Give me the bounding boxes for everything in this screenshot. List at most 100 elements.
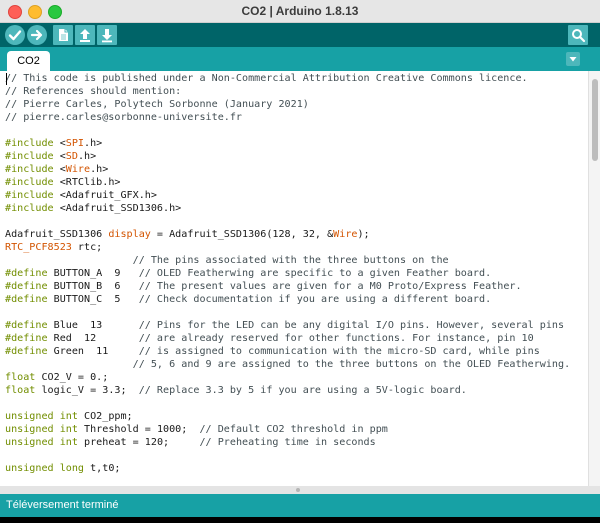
code-comment: // Preheating time in seconds <box>199 437 376 448</box>
magnifier-icon <box>572 29 586 43</box>
code-keyword: int <box>59 411 78 422</box>
code-line[interactable] <box>5 124 570 137</box>
code-text: Blue 13 <box>47 320 139 331</box>
verify-button[interactable] <box>5 25 25 45</box>
code-identifier: Wire <box>333 229 358 240</box>
code-keyword: unsigned <box>5 437 54 448</box>
open-button[interactable] <box>75 25 95 45</box>
console-output <box>0 517 600 523</box>
code-line[interactable]: unsigned int Threshold = 1000; // Defaul… <box>5 423 570 436</box>
code-line[interactable]: #include <SPI.h> <box>5 137 570 150</box>
serial-monitor-button[interactable] <box>568 25 588 45</box>
code-text: ); <box>357 229 370 240</box>
code-keyword: int <box>59 424 78 435</box>
source-code[interactable]: // This code is published under a Non-Co… <box>5 72 570 486</box>
code-line[interactable]: #include <Wire.h> <box>5 163 570 176</box>
code-text: preheat = 120; <box>77 437 200 448</box>
code-comment: // Pierre Carles, Polytech Sorbonne (Jan… <box>5 99 309 110</box>
divider-grip-icon <box>296 488 300 492</box>
code-line[interactable]: // 5, 6 and 9 are assigned to the three … <box>5 358 571 371</box>
code-line[interactable]: // pierre.carles@sorbonne-universite.fr <box>5 111 570 124</box>
code-line[interactable]: // References should mention: <box>5 85 570 98</box>
code-keyword: #include <box>5 151 54 162</box>
code-keyword: #define <box>5 281 48 292</box>
code-line[interactable]: // The pins associated with the three bu… <box>5 254 570 267</box>
code-text: logic_V = 3.3; <box>35 385 139 396</box>
arrow-up-icon <box>80 29 90 42</box>
code-keyword: #include <box>5 138 54 149</box>
code-line[interactable]: unsigned int CO2_ppm; <box>5 410 570 423</box>
code-line[interactable]: #define BUTTON_B 6 // The present values… <box>5 280 570 293</box>
arrow-right-icon <box>30 29 43 41</box>
code-text: Red 12 <box>47 333 139 344</box>
code-editor[interactable]: // This code is published under a Non-Co… <box>0 71 588 486</box>
checkmark-icon <box>8 30 22 41</box>
code-keyword: int <box>59 437 78 448</box>
panel-divider[interactable] <box>0 486 600 494</box>
code-identifier: SD <box>65 151 78 162</box>
code-keyword: #include <box>5 203 54 214</box>
code-keyword: long <box>59 463 85 474</box>
code-keyword: #include <box>5 164 54 175</box>
code-keyword: unsigned <box>5 424 54 435</box>
code-keyword: #define <box>5 294 48 305</box>
code-text: rtc; <box>71 242 103 253</box>
code-line[interactable]: #define Red 12 // are already reserved f… <box>5 332 570 345</box>
code-keyword: #define <box>5 268 48 279</box>
code-line[interactable]: // Pierre Carles, Polytech Sorbonne (Jan… <box>5 98 570 111</box>
tab-menu-button[interactable] <box>566 52 580 66</box>
tab-co2[interactable]: CO2 <box>7 51 50 71</box>
status-message: Téléversement terminé <box>6 499 119 511</box>
code-keyword: float <box>5 372 36 383</box>
arrow-down-icon <box>102 29 112 43</box>
save-button[interactable] <box>97 25 117 45</box>
code-line[interactable]: #include <Adafruit_SSD1306.h> <box>5 202 570 215</box>
code-comment: // OLED Featherwing are specific to a gi… <box>138 268 492 279</box>
new-button[interactable] <box>53 25 73 45</box>
status-bar: Téléversement terminé <box>0 494 600 517</box>
code-line[interactable]: Adafruit_SSD1306 display = Adafruit_SSD1… <box>5 228 570 241</box>
code-text: CO2_ppm; <box>77 411 133 422</box>
code-text: < <box>53 138 66 149</box>
code-line[interactable]: #define BUTTON_C 5 // Check documentatio… <box>5 293 570 306</box>
code-line[interactable] <box>5 475 570 486</box>
editor-scrollbar[interactable] <box>588 71 600 486</box>
new-file-icon <box>59 29 68 41</box>
code-line[interactable]: #define Blue 13 // Pins for the LED can … <box>5 319 570 332</box>
code-text: BUTTON_A 9 <box>47 268 139 279</box>
code-comment: // Pins for the LED can be any digital I… <box>138 320 565 331</box>
code-comment: // Replace 3.3 by 5 if you are using a 5… <box>138 385 467 396</box>
code-text: < <box>53 151 66 162</box>
code-text: t,t0; <box>84 463 121 474</box>
toolbar <box>0 23 600 47</box>
code-keyword: #define <box>5 333 48 344</box>
code-text: < <box>53 164 66 175</box>
code-line[interactable]: float logic_V = 3.3; // Replace 3.3 by 5… <box>5 384 570 397</box>
code-keyword: unsigned <box>5 463 54 474</box>
code-text: .h> <box>84 138 103 149</box>
code-line[interactable]: #include <Adafruit_GFX.h> <box>5 189 570 202</box>
code-line[interactable]: #include <SD.h> <box>5 150 570 163</box>
code-keyword: #define <box>5 320 48 331</box>
code-line[interactable]: #include <RTClib.h> <box>5 176 570 189</box>
upload-button[interactable] <box>27 25 47 45</box>
code-comment: // 5, 6 and 9 are assigned to the three … <box>132 359 571 370</box>
scrollbar-thumb[interactable] <box>592 79 598 161</box>
code-line[interactable] <box>5 215 570 228</box>
code-line[interactable]: // This code is published under a Non-Co… <box>5 72 570 85</box>
code-comment: // Check documentation if you are using … <box>138 294 492 305</box>
code-identifier: SPI <box>65 138 85 149</box>
code-line[interactable]: unsigned long t,t0; <box>5 462 570 475</box>
code-line[interactable] <box>5 306 570 319</box>
code-comment: // The present values are given for a M0… <box>138 281 522 292</box>
code-line[interactable]: #define Green 11 // is assigned to commu… <box>5 345 570 358</box>
code-line[interactable]: RTC_PCF8523 rtc; <box>5 241 570 254</box>
code-line[interactable]: float CO2_V = 0.; <box>5 371 570 384</box>
code-line[interactable] <box>5 397 570 410</box>
code-text: Threshold = 1000; <box>77 424 200 435</box>
code-line[interactable]: #define BUTTON_A 9 // OLED Featherwing a… <box>5 267 570 280</box>
code-line[interactable]: unsigned int preheat = 120; // Preheatin… <box>5 436 570 449</box>
code-line[interactable] <box>5 449 570 462</box>
